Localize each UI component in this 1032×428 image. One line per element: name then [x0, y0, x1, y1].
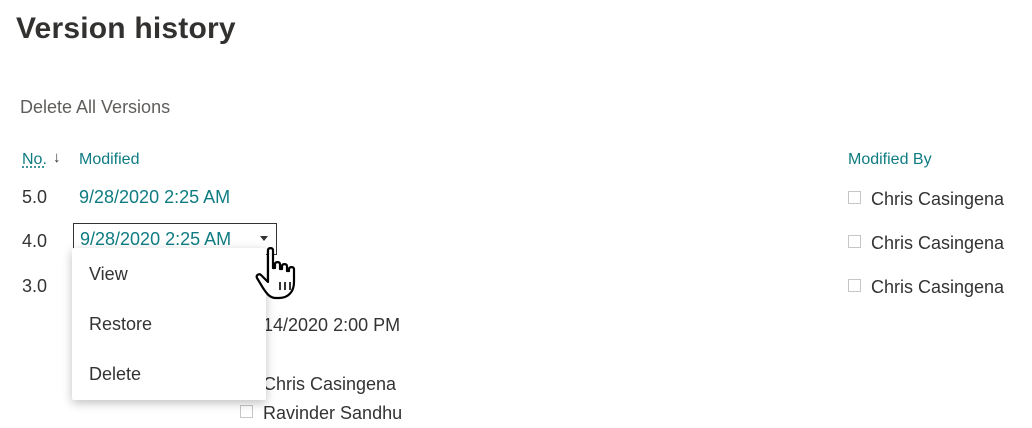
- modified-by-name: Chris Casingena: [871, 233, 1005, 253]
- version-number: 4.0: [22, 231, 48, 251]
- column-header-modified-by[interactable]: Modified By: [848, 151, 932, 169]
- version-number: 3.0: [22, 276, 48, 296]
- menu-item-delete[interactable]: Delete: [89, 364, 141, 385]
- column-header-no[interactable]: No.: [22, 151, 47, 169]
- modified-by-cell: Chris Casingena: [848, 233, 1004, 254]
- delete-all-versions-link[interactable]: Delete All Versions: [20, 97, 170, 118]
- modified-by-name: Chris Casingena: [871, 189, 1005, 209]
- checkbox[interactable]: [848, 279, 861, 292]
- checkbox[interactable]: [240, 405, 253, 418]
- modified-by-name: Chris Casingena: [871, 277, 1005, 297]
- version-context-menu: View Restore Delete: [72, 248, 266, 400]
- modified-by-cell: Chris Casingena: [848, 189, 1004, 210]
- version-date-link[interactable]: 9/28/2020 2:25 AM: [79, 187, 230, 208]
- checkbox[interactable]: [848, 235, 861, 248]
- version-date-link[interactable]: 9/28/2020 2:25 AM: [80, 229, 231, 250]
- menu-item-view[interactable]: View: [89, 264, 128, 285]
- modified-by-entry: Ravinder Sandhu: [240, 403, 402, 424]
- modified-by-cell: Chris Casingena: [848, 277, 1004, 298]
- modified-by-name: Chris Casingena: [263, 374, 397, 394]
- page-title: Version history: [16, 12, 236, 45]
- caret-down-icon[interactable]: [260, 236, 268, 241]
- checkbox[interactable]: [848, 191, 861, 204]
- menu-item-restore[interactable]: Restore: [89, 314, 152, 335]
- hand-pointer-icon: [255, 247, 296, 300]
- version-number: 5.0: [22, 187, 48, 207]
- column-header-modified[interactable]: Modified: [79, 151, 139, 169]
- version-date-text: /14/2020 2:00 PM: [258, 315, 401, 335]
- arrow-down-icon: ↓: [53, 149, 61, 166]
- modified-by-name: Ravinder Sandhu: [263, 403, 403, 423]
